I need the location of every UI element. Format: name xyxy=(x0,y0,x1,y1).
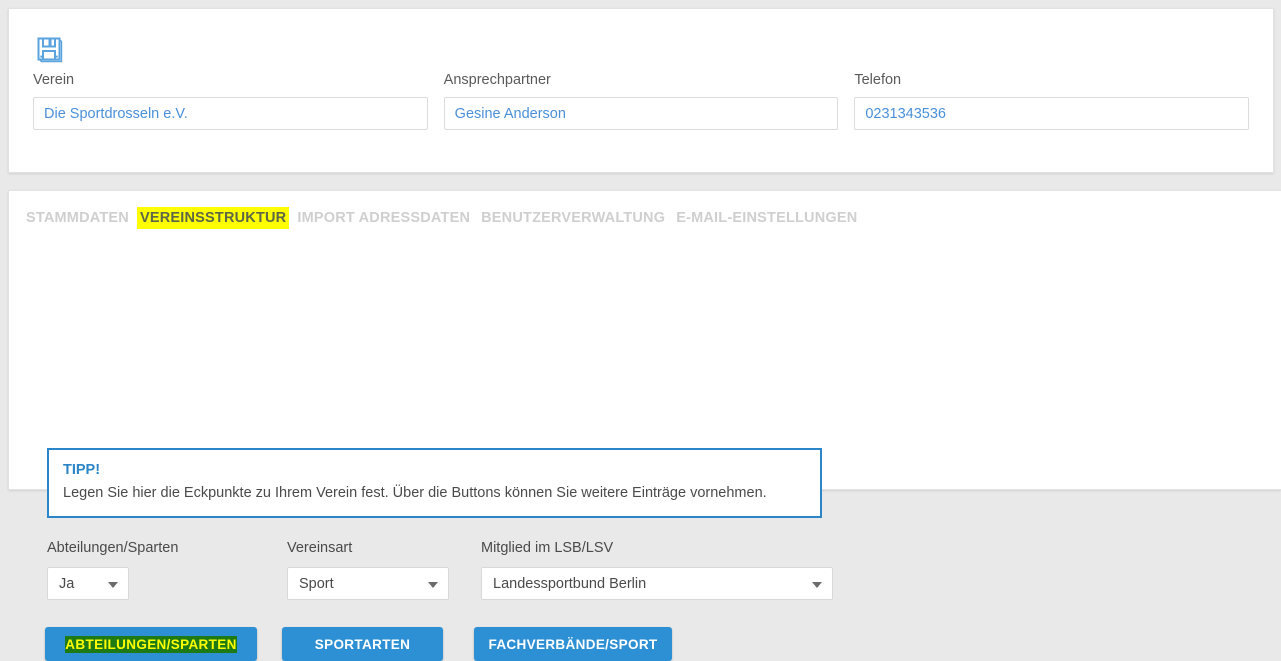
tip-title: TIPP! xyxy=(63,462,101,478)
tab-stammdaten[interactable]: STAMMDATEN xyxy=(25,209,130,227)
verein-input[interactable] xyxy=(33,97,428,130)
mitglied-lsb-lsv-select[interactable]: Landessportbund Berlin xyxy=(481,567,833,600)
fachverbaende-sport-button[interactable]: FACHVERBÄNDE/SPORT xyxy=(474,627,672,661)
tab-benutzerverwaltung[interactable]: BENUTZERVERWALTUNG xyxy=(480,209,666,227)
label-abteilungen-sparten: Abteilungen/Sparten xyxy=(47,540,179,556)
sportarten-button[interactable]: SPORTARTEN xyxy=(282,627,443,661)
abteilungen-sparten-value: Ja xyxy=(59,575,75,592)
label-telefon: Telefon xyxy=(854,72,902,88)
label-vereinsart: Vereinsart xyxy=(287,540,353,556)
action-button-row: ABTEILUNGEN/SPARTEN SPORTARTEN FACHVERBÄ… xyxy=(45,627,672,661)
chevron-down-icon xyxy=(812,581,822,588)
sportarten-button-label: SPORTARTEN xyxy=(314,636,411,652)
vereinsart-value: Sport xyxy=(299,575,334,592)
label-mitglied-lsb-lsv: Mitglied im LSB/LSV xyxy=(481,540,614,556)
label-verein: Verein xyxy=(33,72,75,88)
tab-import-adressdaten[interactable]: IMPORT ADRESSDATEN xyxy=(296,209,471,227)
floppy-disk-save-icon[interactable] xyxy=(33,33,67,67)
chevron-down-icon xyxy=(428,581,438,588)
master-data-card: Verein Ansprechpartner Telefon xyxy=(8,8,1274,173)
mitglied-lsb-lsv-value: Landessportbund Berlin xyxy=(493,575,647,592)
abteilungen-sparten-button-label: ABTEILUNGEN/SPARTEN xyxy=(65,635,237,653)
tab-email-einstellungen[interactable]: E-MAIL-EINSTELLUNGEN xyxy=(675,209,858,227)
select-group-vereinsart: Vereinsart Sport xyxy=(287,539,481,600)
field-group-ansprechpartner: Ansprechpartner xyxy=(443,71,839,130)
tab-vereinsstruktur[interactable]: VEREINSSTRUKTUR xyxy=(138,209,288,227)
tip-text: Legen Sie hier die Eckpunkte zu Ihrem Ve… xyxy=(63,485,767,501)
telefon-input[interactable] xyxy=(854,97,1250,130)
structure-select-row: Abteilungen/Sparten Ja Vereinsart Sport … xyxy=(47,539,837,600)
field-group-telefon: Telefon xyxy=(854,71,1250,130)
vereinsart-select[interactable]: Sport xyxy=(287,567,449,600)
fachverbaende-sport-button-label: FACHVERBÄNDE/SPORT xyxy=(488,636,658,652)
vereinsstruktur-panel: STAMMDATEN VEREINSSTRUKTUR IMPORT ADRESS… xyxy=(8,190,1281,661)
select-group-mitglied-lsb-lsv: Mitglied im LSB/LSV Landessportbund Berl… xyxy=(481,539,837,600)
label-ansprechpartner: Ansprechpartner xyxy=(443,72,551,88)
tab-bar: STAMMDATEN VEREINSSTRUKTUR IMPORT ADRESS… xyxy=(25,209,858,227)
floppy-disk-save-icon-glyph xyxy=(37,37,63,63)
abteilungen-sparten-select[interactable]: Ja xyxy=(47,567,129,600)
chevron-down-icon xyxy=(108,581,118,588)
tip-callout: TIPP! Legen Sie hier die Eckpunkte zu Ih… xyxy=(47,448,822,518)
ansprechpartner-input[interactable] xyxy=(443,97,839,130)
select-group-abteilungen: Abteilungen/Sparten Ja xyxy=(47,539,287,600)
abteilungen-sparten-button[interactable]: ABTEILUNGEN/SPARTEN xyxy=(45,627,257,661)
master-data-fields: Verein Ansprechpartner Telefon xyxy=(33,71,1250,130)
field-group-verein: Verein xyxy=(33,71,428,130)
